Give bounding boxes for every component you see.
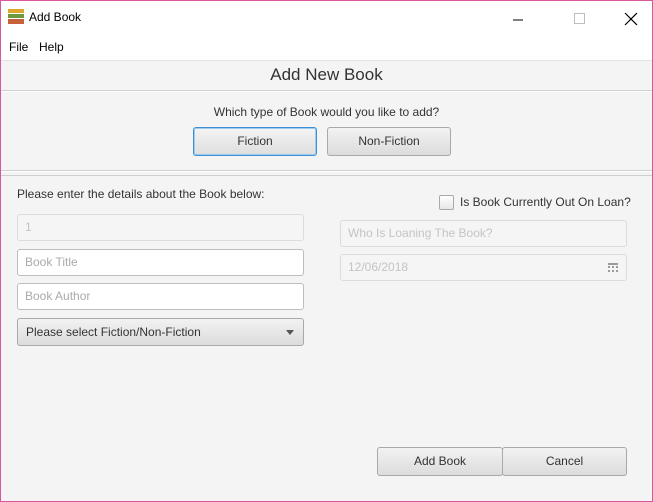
menu-bar: File Help bbox=[1, 34, 652, 61]
title-bar[interactable]: Add Book bbox=[1, 1, 652, 34]
page-title: Add New Book bbox=[270, 65, 383, 84]
menu-help[interactable]: Help bbox=[39, 40, 64, 54]
cancel-button[interactable]: Cancel bbox=[502, 447, 627, 476]
fiction-button[interactable]: Fiction bbox=[193, 127, 317, 156]
minimize-icon bbox=[513, 19, 523, 21]
genre-select[interactable]: Please select Fiction/Non-Fiction bbox=[17, 318, 304, 346]
minimize-button[interactable] bbox=[495, 1, 541, 34]
close-button[interactable] bbox=[608, 1, 652, 34]
book-type-question: Which type of Book would you like to add… bbox=[213, 105, 440, 119]
divider bbox=[1, 170, 652, 172]
loan-date-value: 12/06/2018 bbox=[348, 260, 409, 274]
maximize-button[interactable] bbox=[556, 1, 602, 34]
non-fiction-button[interactable]: Non-Fiction bbox=[327, 127, 451, 156]
loan-checkbox[interactable] bbox=[439, 195, 454, 210]
menu-file[interactable]: File bbox=[9, 40, 28, 54]
calendar-button bbox=[600, 255, 626, 280]
calendar-icon bbox=[608, 263, 618, 272]
add-book-window: Add Book File Help Add New Book Which ty… bbox=[0, 0, 653, 502]
loan-checkbox-label: Is Book Currently Out On Loan? bbox=[460, 195, 631, 209]
book-author-input[interactable]: Book Author bbox=[17, 283, 304, 310]
genre-select-value: Please select Fiction/Non-Fiction bbox=[26, 325, 201, 339]
add-book-button[interactable]: Add Book bbox=[377, 447, 503, 476]
close-icon bbox=[624, 12, 638, 26]
window-title: Add Book bbox=[29, 10, 82, 24]
book-id-field: 1 bbox=[17, 214, 304, 241]
chevron-down-icon bbox=[286, 330, 294, 335]
divider bbox=[1, 175, 652, 176]
details-prompt: Please enter the details about the Book … bbox=[17, 187, 265, 201]
book-title-input[interactable]: Book Title bbox=[17, 249, 304, 276]
maximize-icon bbox=[574, 13, 585, 24]
borrower-input: Who Is Loaning The Book? bbox=[340, 220, 627, 247]
loan-date-field: 12/06/2018 bbox=[340, 254, 627, 281]
divider bbox=[1, 90, 652, 92]
books-icon bbox=[8, 9, 24, 24]
